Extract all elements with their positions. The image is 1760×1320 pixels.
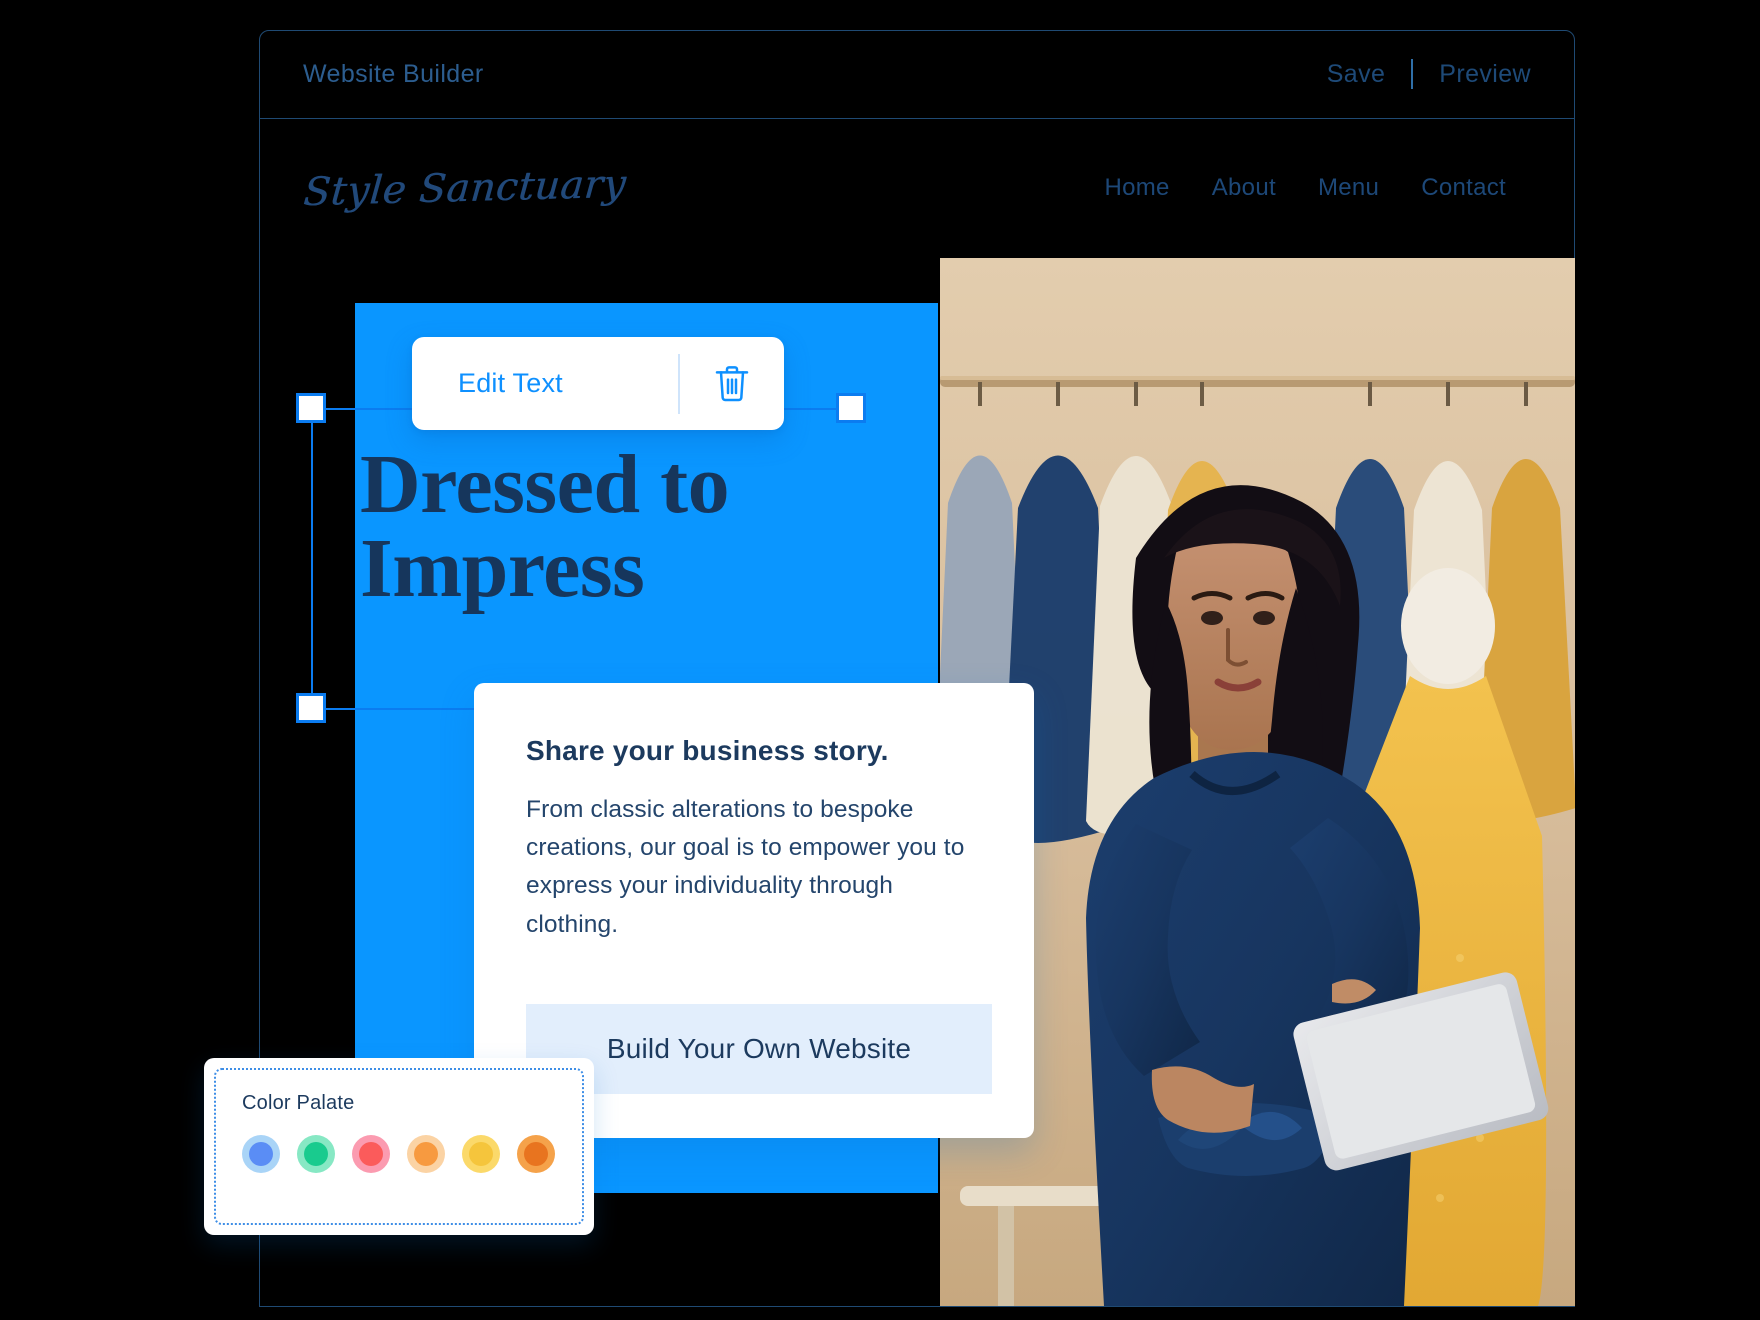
save-button[interactable]: Save: [1327, 60, 1386, 89]
color-swatch-dark-orange[interactable]: [517, 1135, 555, 1173]
nav-item-about[interactable]: About: [1212, 174, 1276, 202]
trash-icon: [715, 365, 749, 401]
app-title: Website Builder: [303, 59, 484, 88]
screen-root: Website Builder Save Preview Style Sanct…: [0, 0, 1760, 1320]
color-swatch-list: [242, 1135, 556, 1173]
hero-heading[interactable]: Dressed to Impress: [360, 443, 830, 611]
nav-item-home[interactable]: Home: [1104, 174, 1169, 202]
color-swatch-yellow[interactable]: [462, 1135, 500, 1173]
preview-button[interactable]: Preview: [1439, 60, 1531, 89]
hero-photo: [940, 258, 1575, 1306]
selection-handle-top-left[interactable]: [296, 393, 326, 423]
selection-handle-top-right[interactable]: [836, 393, 866, 423]
story-title: Share your business story.: [526, 735, 889, 766]
site-logo[interactable]: Style Sanctuary: [302, 161, 628, 214]
color-swatch-blue[interactable]: [242, 1135, 280, 1173]
hero-heading-line-2: Impress: [360, 522, 645, 615]
builder-topbar: Website Builder Save Preview: [259, 30, 1575, 119]
nav-item-menu[interactable]: Menu: [1318, 174, 1379, 202]
delete-element-button[interactable]: [680, 362, 784, 406]
site-navbar: Style Sanctuary Home About Menu Contact: [260, 120, 1574, 256]
color-swatch-green[interactable]: [297, 1135, 335, 1173]
color-swatch-orange[interactable]: [407, 1135, 445, 1173]
topbar-actions: Save Preview: [1327, 59, 1531, 89]
color-palette-panel: Color Palate: [204, 1058, 594, 1235]
hero-heading-line-1: Dressed to: [360, 438, 730, 531]
edit-text-toolbar: Edit Text: [412, 337, 784, 430]
topbar-divider: [1411, 59, 1414, 89]
nav-item-contact[interactable]: Contact: [1421, 174, 1506, 202]
site-nav-links: Home About Menu Contact: [1104, 174, 1530, 202]
story-body: From classic alterations to bespoke crea…: [526, 796, 965, 938]
selection-handle-bottom-left[interactable]: [296, 693, 326, 723]
color-palette-title: Color Palate: [242, 1092, 355, 1114]
build-your-own-website-button[interactable]: Build Your Own Website: [526, 1004, 992, 1094]
color-swatch-red[interactable]: [352, 1135, 390, 1173]
color-palette-dropzone[interactable]: Color Palate: [214, 1068, 584, 1225]
selection-line-left: [311, 408, 313, 708]
edit-text-button[interactable]: Edit Text: [412, 368, 563, 399]
